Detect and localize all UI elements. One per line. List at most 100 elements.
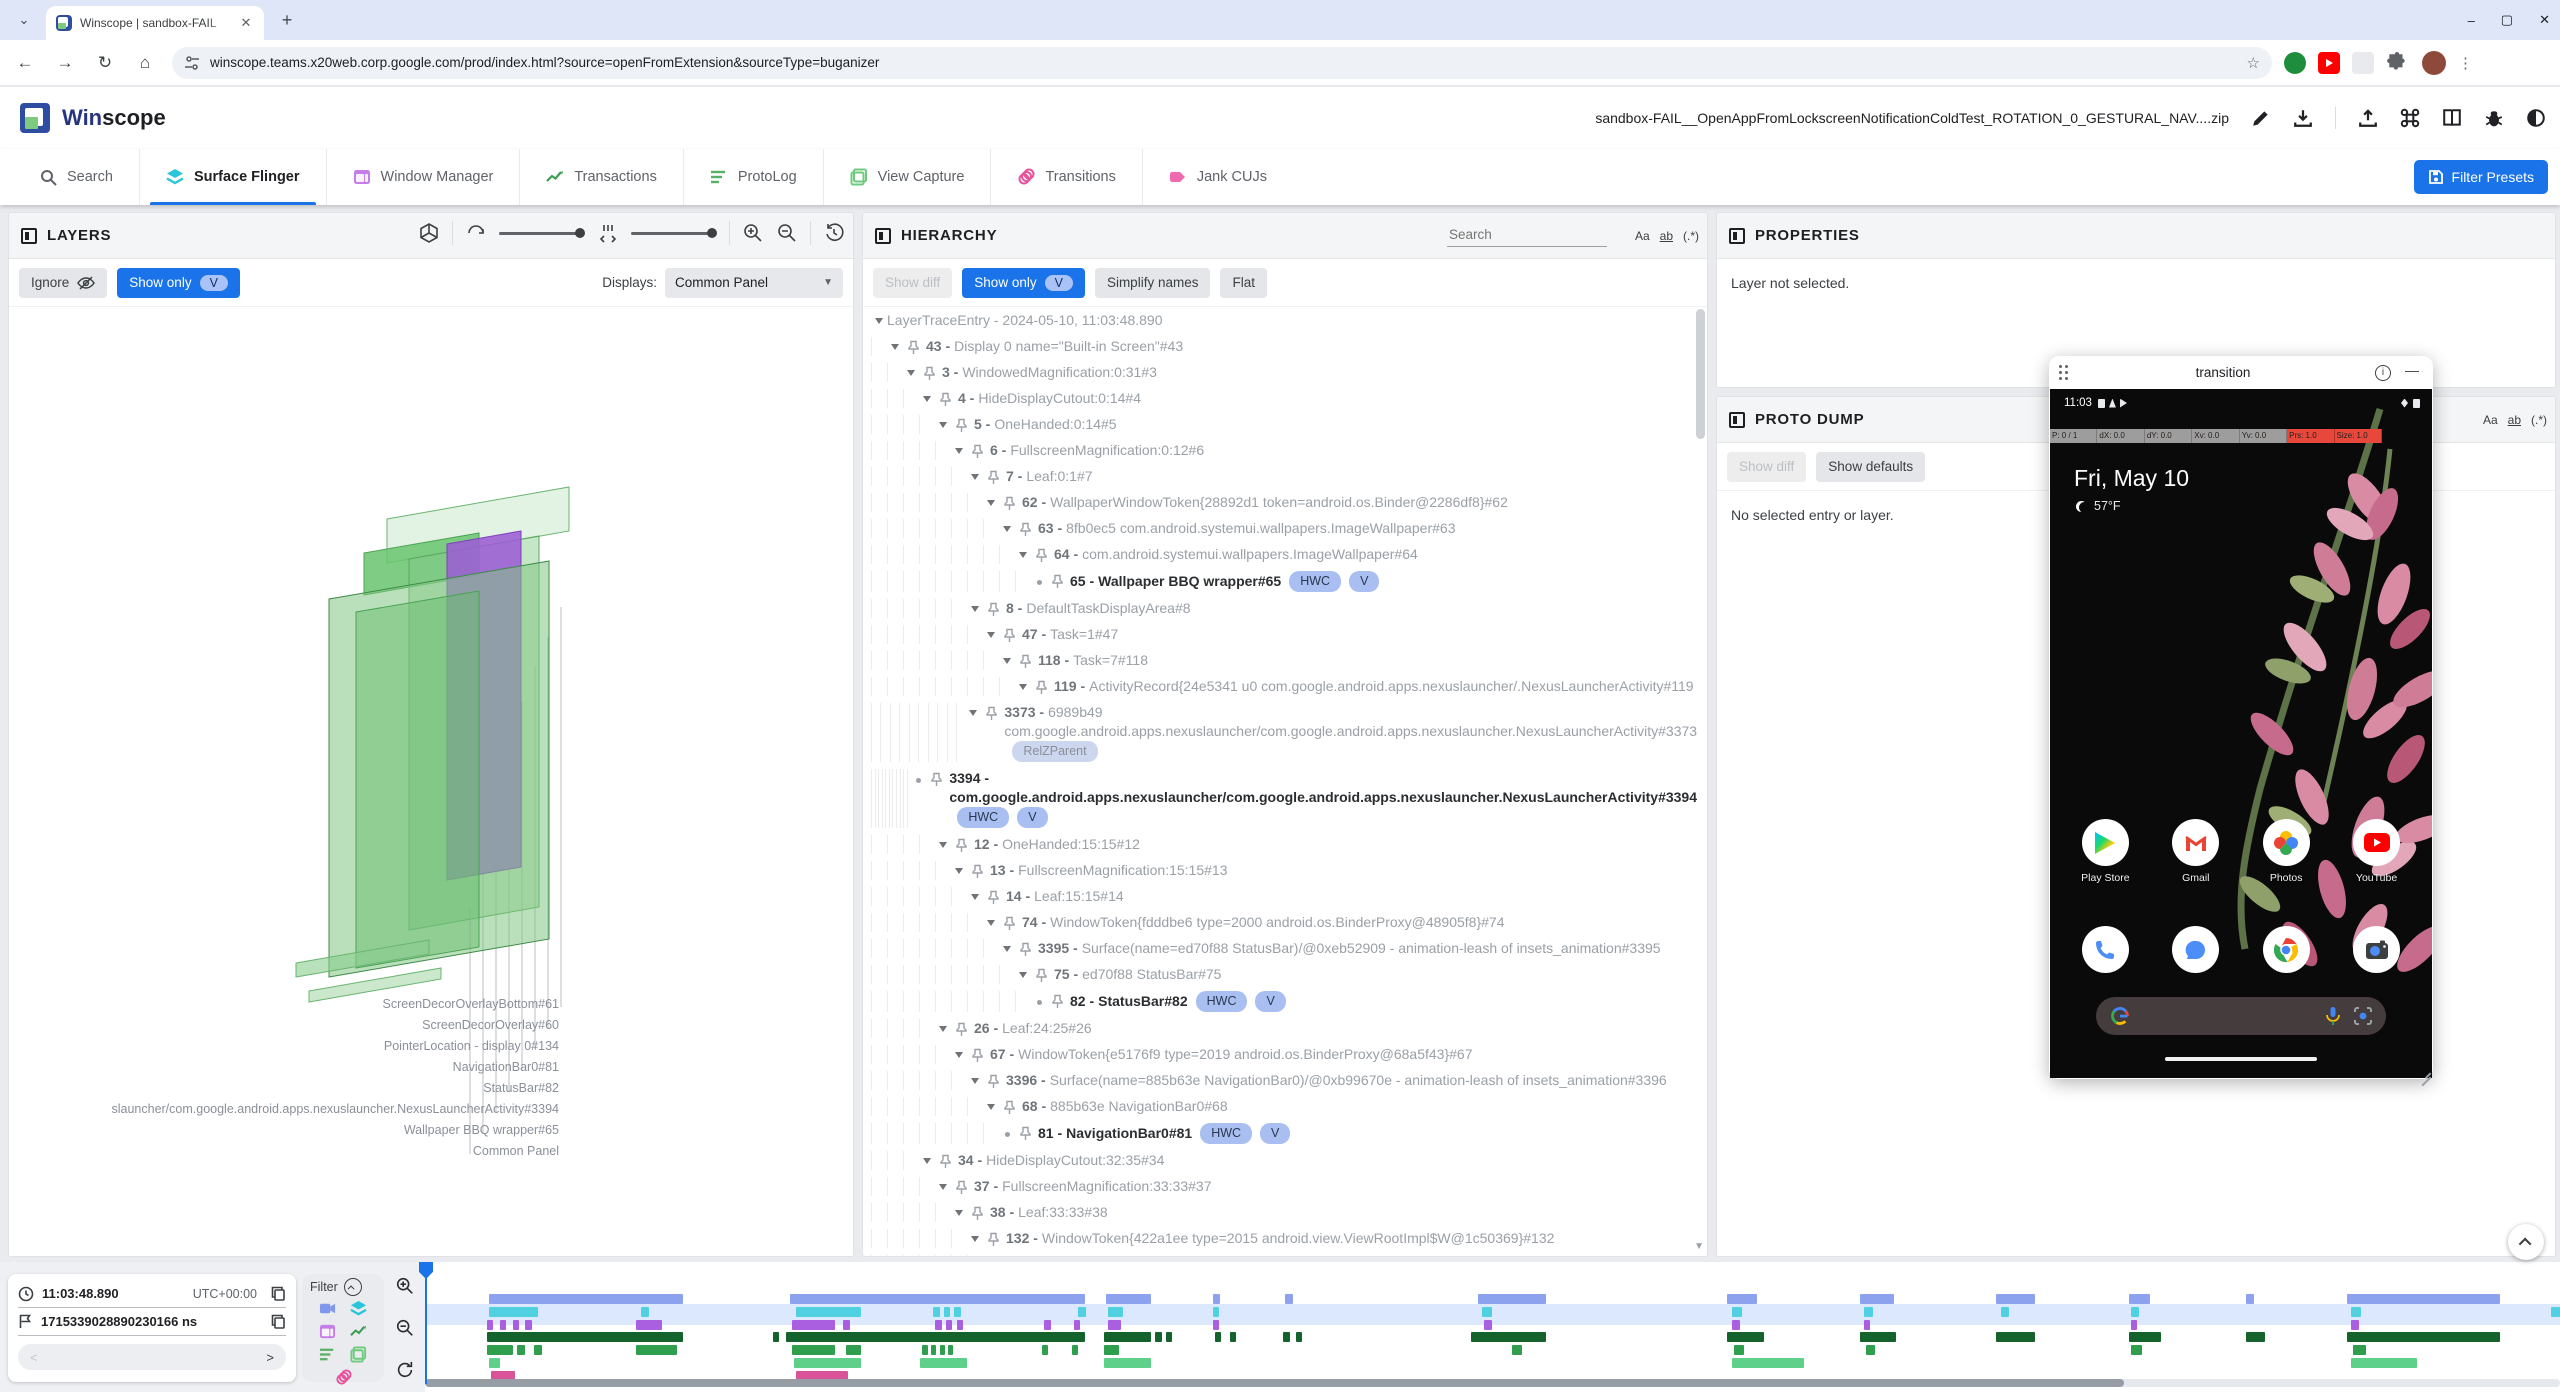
trace-segment[interactable] — [1484, 1320, 1493, 1330]
tree-node[interactable]: 65 -Wallpaper BBQ wrapper#65HWCV — [871, 567, 1697, 595]
trace-segment[interactable] — [786, 1332, 1085, 1342]
show-defaults-button[interactable]: Show defaults — [1816, 452, 1925, 482]
trace-segment[interactable] — [1108, 1320, 1121, 1330]
timeline-zoom-reset-icon[interactable] — [395, 1360, 415, 1380]
pin-icon[interactable] — [923, 366, 936, 381]
tree-node[interactable]: 82 -StatusBar#82HWCV — [871, 987, 1697, 1015]
expand-arrow-icon[interactable] — [983, 1104, 999, 1110]
extension-icon-grey[interactable] — [2352, 52, 2374, 74]
trace-segment[interactable] — [931, 1345, 936, 1355]
trace-segment[interactable] — [1727, 1294, 1757, 1304]
tab-transactions[interactable]: Transactions — [519, 149, 682, 205]
trace-segment[interactable] — [1106, 1294, 1151, 1304]
trace-segment[interactable] — [489, 1294, 683, 1304]
tree-node[interactable]: 12 -OneHanded:15:15#12 — [871, 831, 1697, 857]
resize-handle[interactable] — [2419, 1065, 2431, 1077]
tree-node[interactable]: 118 -Task=7#118 — [871, 647, 1697, 673]
pin-icon[interactable] — [1003, 916, 1016, 931]
tree-node[interactable]: 3395 -Surface(name=ed70f88 StatusBar)/@0… — [871, 935, 1697, 961]
previous-entry-button[interactable]: < — [30, 1350, 38, 1365]
tree-node[interactable]: 3396 -Surface(name=885b63e NavigationBar… — [871, 1067, 1697, 1093]
timeline-row-window-manager[interactable] — [425, 1320, 2560, 1330]
pin-icon[interactable] — [1035, 548, 1048, 563]
trace-segment[interactable] — [1230, 1332, 1236, 1342]
browser-menu-icon[interactable]: ⋮ — [2458, 54, 2474, 72]
trace-segment[interactable] — [513, 1320, 519, 1330]
trace-segment[interactable] — [944, 1307, 950, 1317]
trace-segment[interactable] — [2131, 1345, 2142, 1355]
3d-view-icon[interactable] — [418, 222, 440, 244]
trace-segment[interactable] — [487, 1332, 683, 1342]
omnibox[interactable]: winscope.teams.x20web.corp.google.com/pr… — [172, 47, 2272, 79]
tree-node[interactable]: 6 -FullscreenMagnification:0:12#6 — [871, 437, 1697, 463]
trace-segment[interactable] — [957, 1320, 963, 1330]
tree-node[interactable]: 132 -WindowToken{422a1ee type=2015 andro… — [871, 1225, 1697, 1251]
pin-icon[interactable] — [1003, 496, 1016, 511]
pin-icon[interactable] — [987, 602, 1000, 617]
expand-arrow-icon[interactable] — [983, 920, 999, 926]
trace-segment[interactable] — [2351, 1320, 2360, 1330]
trace-segment[interactable] — [1042, 1345, 1048, 1355]
timeline-row-surface-flinger[interactable] — [425, 1307, 2560, 1317]
info-icon[interactable]: i — [2375, 365, 2391, 381]
window-manager-filter-icon[interactable] — [319, 1323, 336, 1340]
tree-node[interactable]: 34 -HideDisplayCutout:32:35#34 — [871, 1147, 1697, 1173]
timeline-cursor[interactable] — [425, 1262, 427, 1384]
leaf-bullet[interactable] — [999, 1130, 1015, 1137]
pin-icon[interactable] — [971, 864, 984, 879]
collapse-panel-icon[interactable] — [1729, 228, 1745, 244]
pin-icon[interactable] — [955, 838, 968, 853]
expand-arrow-icon[interactable] — [951, 448, 967, 454]
hierarchy-scrollbar[interactable] — [1696, 309, 1705, 439]
tab-transitions[interactable]: Transitions — [990, 149, 1141, 205]
match-word-icon[interactable]: ab — [1660, 229, 1673, 243]
spacing-slider[interactable] — [631, 228, 717, 238]
window-close-button[interactable]: ✕ — [2539, 12, 2550, 28]
pin-icon[interactable] — [971, 444, 984, 459]
current-ns-value[interactable]: 1715339028890230166 ns — [41, 1314, 197, 1329]
tree-node[interactable]: 14 -Leaf:15:15#14 — [871, 883, 1697, 909]
expand-arrow-icon[interactable] — [967, 474, 983, 480]
rotation-slider[interactable] — [499, 228, 585, 238]
trace-segment[interactable] — [1213, 1320, 1219, 1330]
collapse-panel-icon[interactable] — [21, 228, 37, 244]
trace-segment[interactable] — [1072, 1345, 1078, 1355]
extensions-puzzle-icon[interactable] — [2386, 52, 2408, 74]
tab-search[interactable]: Search — [14, 149, 139, 205]
upload-icon[interactable] — [2358, 108, 2378, 128]
transition-screenshot-window[interactable]: transition i — — [2049, 356, 2433, 1079]
trace-segment[interactable] — [517, 1345, 526, 1355]
tree-node[interactable]: 3394 -com.google.android.apps.nexuslaunc… — [871, 765, 1697, 831]
trace-segment[interactable] — [636, 1345, 677, 1355]
expand-arrow-icon[interactable] — [967, 1236, 983, 1242]
pin-icon[interactable] — [1019, 1126, 1032, 1141]
expand-arrow-icon[interactable] — [999, 658, 1015, 664]
trace-segment[interactable] — [1155, 1332, 1161, 1342]
trace-segment[interactable] — [1213, 1294, 1220, 1304]
trace-segment[interactable] — [1074, 1320, 1080, 1330]
view-capture-filter-icon[interactable] — [350, 1346, 367, 1363]
shortcuts-icon[interactable] — [2400, 108, 2420, 128]
tree-node[interactable]: 133 -e20e69f PointerLocation - display 0… — [871, 1251, 1697, 1256]
trace-segment[interactable] — [1512, 1345, 1523, 1355]
tree-node[interactable]: 75 -ed70f88 StatusBar#75 — [871, 961, 1697, 987]
tree-node[interactable]: 63 -8fb0ec5 com.android.systemui.wallpap… — [871, 515, 1697, 541]
tree-node[interactable]: 68 -885b63e NavigationBar0#68 — [871, 1093, 1697, 1119]
timeline-zoom-in-icon[interactable] — [395, 1276, 415, 1296]
pin-icon[interactable] — [930, 772, 943, 787]
tree-node[interactable]: 3373 -6989b49 com.google.android.apps.ne… — [871, 699, 1697, 765]
tree-node[interactable]: 119 -ActivityRecord{24e5341 u0 com.googl… — [871, 673, 1697, 699]
trace-segment[interactable] — [1471, 1332, 1546, 1342]
trace-segment[interactable] — [796, 1307, 860, 1317]
trace-segment[interactable] — [487, 1320, 493, 1330]
trace-segment[interactable] — [1860, 1294, 1894, 1304]
window-maximize-button[interactable]: ▢ — [2501, 12, 2513, 28]
trace-segment[interactable] — [2131, 1307, 2140, 1317]
pin-icon[interactable] — [939, 1154, 952, 1169]
pin-icon[interactable] — [1035, 968, 1048, 983]
expand-arrow-icon[interactable] — [967, 1078, 983, 1084]
pin-icon[interactable] — [939, 392, 952, 407]
tab-view-capture[interactable]: View Capture — [823, 149, 991, 205]
trace-segment[interactable] — [2129, 1332, 2161, 1342]
trace-segment[interactable] — [2131, 1320, 2137, 1330]
